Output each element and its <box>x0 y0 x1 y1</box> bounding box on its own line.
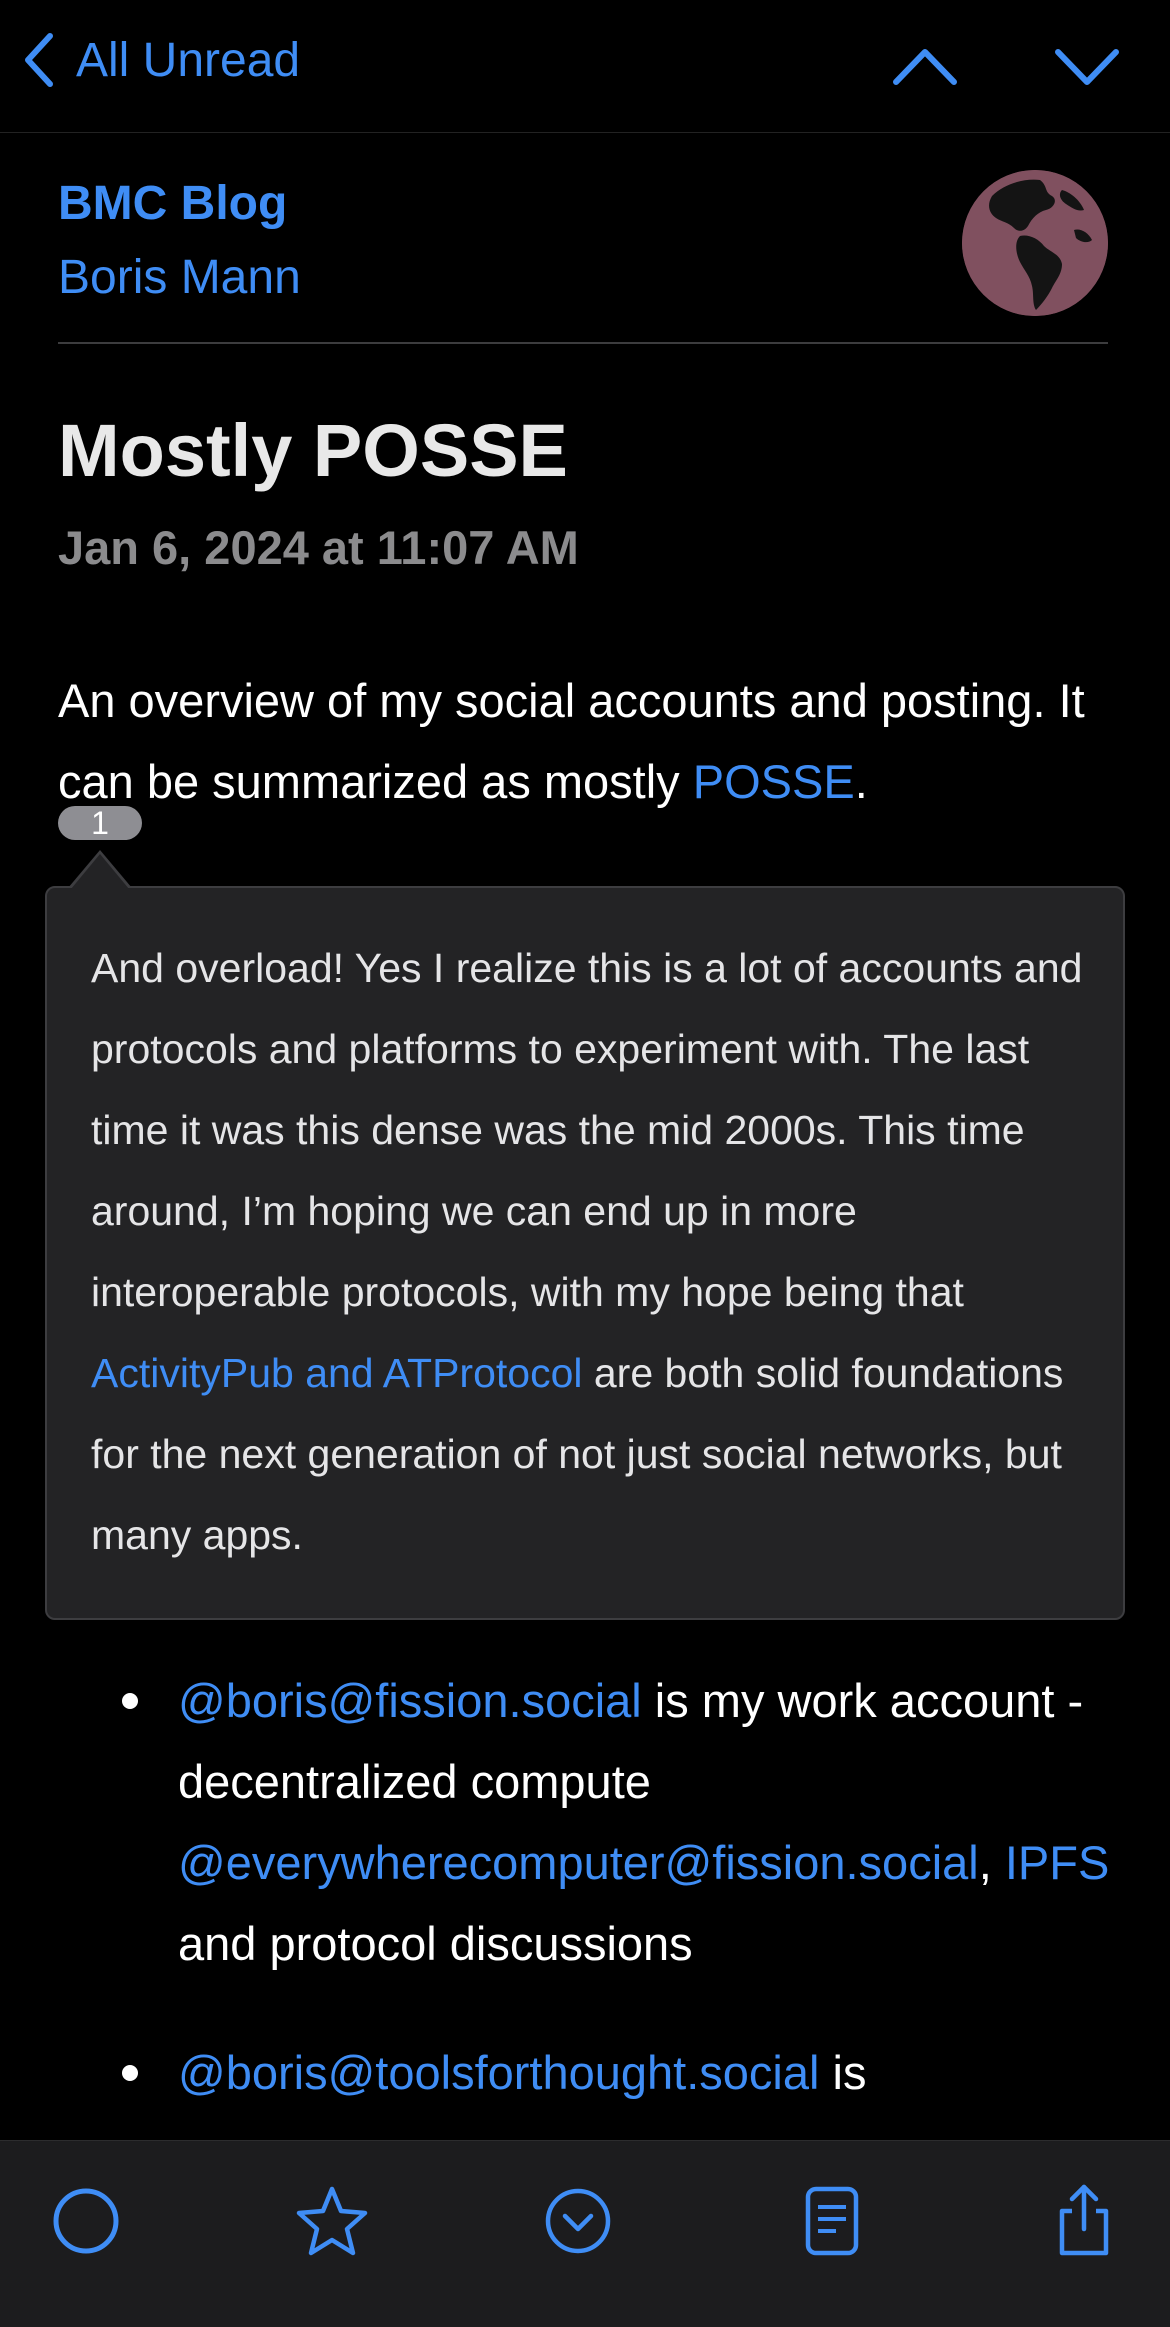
share-icon[interactable] <box>1044 2181 1124 2261</box>
back-button[interactable]: All Unread <box>24 32 300 88</box>
reader-icon[interactable] <box>792 2181 872 2261</box>
footnote-text-before: And overload! Yes I realize this is a lo… <box>91 945 1083 1315</box>
bullet-dot <box>122 1693 138 1709</box>
fission-account-link[interactable]: @boris@fission.social <box>178 1674 642 1727</box>
ipfs-link[interactable]: IPFS <box>1005 1836 1109 1889</box>
bottom-toolbar <box>0 2140 1170 2327</box>
footnote-badge[interactable]: 1 <box>58 806 142 840</box>
posse-link[interactable]: POSSE <box>693 755 855 808</box>
circle-icon[interactable] <box>46 2181 126 2261</box>
nav-bar: All Unread <box>0 0 1170 133</box>
intro-text: An overview of my social accounts and po… <box>58 674 1085 808</box>
toolsforthought-account-link[interactable]: @boris@toolsforthought.social <box>178 2046 819 2099</box>
everywherecomputer-link[interactable]: @everywherecomputer@fission.social <box>178 1836 979 1889</box>
list-item: @boris@toolsforthought.social is <box>178 2032 1118 2113</box>
star-icon[interactable] <box>292 2181 372 2261</box>
intro-period: . <box>854 755 868 808</box>
footnote-text: And overload! Yes I realize this is a lo… <box>91 928 1091 1576</box>
chevron-left-icon <box>25 33 53 87</box>
activitypub-link[interactable]: ActivityPub and ATProtocol <box>91 1350 582 1396</box>
article-intro: An overview of my social accounts and po… <box>58 660 1118 822</box>
back-label: All Unread <box>76 33 301 87</box>
bullet-dot <box>122 2065 138 2081</box>
footnote-popover: And overload! Yes I realize this is a lo… <box>45 886 1125 1620</box>
feed-avatar <box>962 170 1108 316</box>
article-date: Jan 6, 2024 at 11:07 AM <box>58 521 579 574</box>
list-text: is <box>819 2046 867 2099</box>
header-divider <box>58 342 1108 344</box>
article-title: Mostly POSSE <box>58 409 568 492</box>
list-text: and protocol discussions <box>178 1917 693 1970</box>
author-name[interactable]: Boris Mann <box>58 250 301 305</box>
previous-article-button[interactable] <box>890 36 960 96</box>
next-article-button[interactable] <box>1052 36 1122 96</box>
popover-arrow <box>71 854 129 889</box>
feed-title[interactable]: BMC Blog <box>58 176 287 231</box>
list-item: @boris@fission.social is my work account… <box>178 1660 1118 1984</box>
globe-icon <box>962 170 1108 316</box>
list-text: , <box>978 1836 1005 1889</box>
chevron-circle-icon[interactable] <box>538 2181 618 2261</box>
